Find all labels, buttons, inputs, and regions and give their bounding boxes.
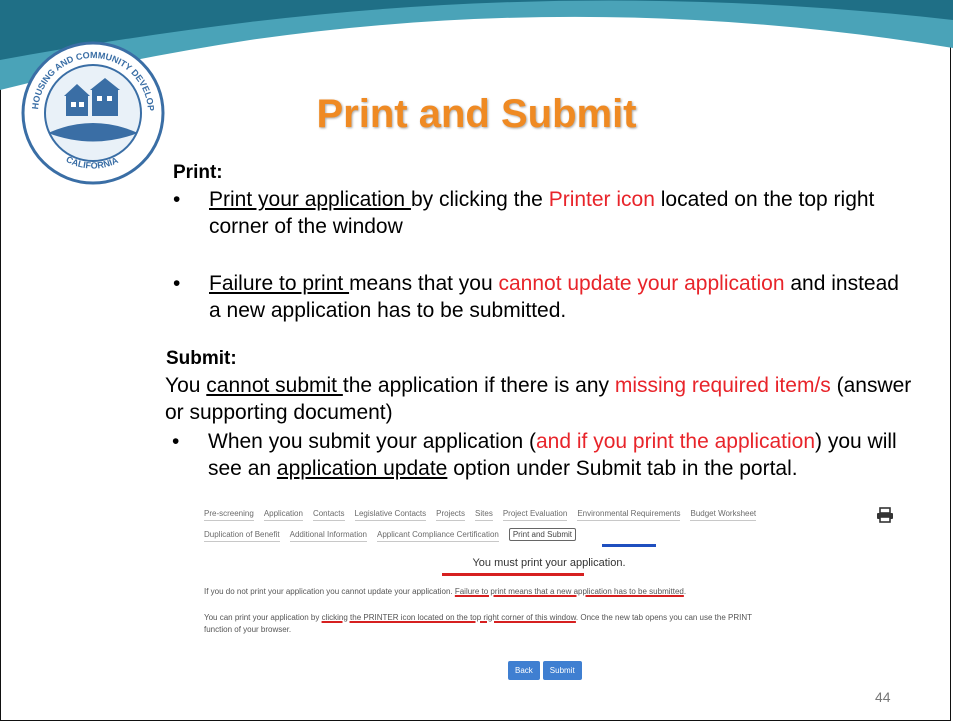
portal-tabs-row-2: Duplication of Benefit Additional Informa…	[204, 528, 586, 544]
underlined-text: Failure to print	[209, 272, 350, 295]
bullet-dot: •	[173, 188, 181, 211]
highlight-text: Printer icon	[548, 188, 655, 211]
page-number: 44	[875, 689, 891, 705]
must-print-heading: You must print your application.	[472, 557, 626, 569]
highlight-text: and if you print the application	[536, 430, 816, 453]
active-tab-indicator	[602, 544, 656, 547]
bullet-text: means that you	[349, 272, 499, 295]
highlight-text: missing required item/s	[614, 374, 831, 397]
tab-budget-worksheet[interactable]: Budget Worksheet	[690, 509, 757, 521]
slide-title: Print and Submit	[316, 92, 637, 136]
bullet-text: by clicking the	[410, 188, 549, 211]
tab-projects[interactable]: Projects	[436, 509, 466, 521]
bullet-dot: •	[173, 272, 181, 295]
print-heading: Print:	[173, 162, 223, 183]
submit-paragraph: You cannot submit the application if the…	[165, 372, 925, 426]
tab-duplication-of-benefit[interactable]: Duplication of Benefit	[204, 530, 280, 542]
line-text: . Once the new tab opens you can use the…	[575, 613, 753, 622]
submit-button[interactable]: Submit	[542, 661, 582, 680]
portal-tabs-row-1: Pre-screening Application Contacts Legislat…	[204, 509, 766, 525]
bullet-dot: •	[172, 430, 180, 453]
underlined-text: application update	[276, 457, 448, 480]
tab-sites[interactable]: Sites	[475, 509, 493, 521]
tab-application[interactable]: Application	[263, 509, 303, 521]
tab-project-evaluation[interactable]: Project Evaluation	[502, 509, 568, 521]
line-text: If you do not print your application you…	[204, 587, 455, 596]
tab-contacts[interactable]: Contacts	[312, 509, 345, 521]
tab-pre-screening[interactable]: Pre-screening	[204, 509, 254, 521]
tab-environmental-requirements[interactable]: Environmental Requirements	[577, 509, 681, 521]
back-button[interactable]: Back	[508, 661, 540, 680]
tab-print-and-submit[interactable]: Print and Submit	[508, 528, 576, 541]
line-text: You can print your application by	[204, 613, 322, 622]
tab-applicant-compliance-certification[interactable]: Applicant Compliance Certification	[377, 530, 499, 542]
underlined-text: cannot submit	[206, 374, 343, 397]
portal-line-1: If you do not print your application you…	[204, 587, 686, 596]
line-text: .	[683, 587, 687, 596]
portal-line-3: function of your browser.	[204, 625, 292, 634]
portal-line-2: You can print your application by clicki…	[204, 613, 752, 622]
para-text: You	[165, 374, 207, 397]
printer-icon[interactable]	[876, 507, 894, 523]
tab-additional-information[interactable]: Additional Information	[289, 530, 367, 542]
portal-screenshot: Pre-screening Application Contacts Legislat…	[204, 505, 894, 685]
underlined-text: Print your application	[209, 188, 411, 211]
bullet-text: option under Submit tab in the portal.	[447, 457, 798, 480]
red-underlined-text: Failure to print means that a new applic…	[454, 587, 684, 596]
para-text: the application if there is any	[342, 374, 615, 397]
tab-legislative-contacts[interactable]: Legislative Contacts	[354, 509, 427, 521]
highlight-text: cannot update your application	[498, 272, 785, 295]
submit-heading: Submit:	[166, 348, 237, 369]
portal-buttons: Back Submit	[508, 660, 585, 680]
red-underlined-text: clicking the PRINTER icon located on the…	[321, 613, 576, 622]
red-underline-mark	[442, 573, 584, 576]
bullet-text: When you submit your application (	[208, 430, 536, 453]
